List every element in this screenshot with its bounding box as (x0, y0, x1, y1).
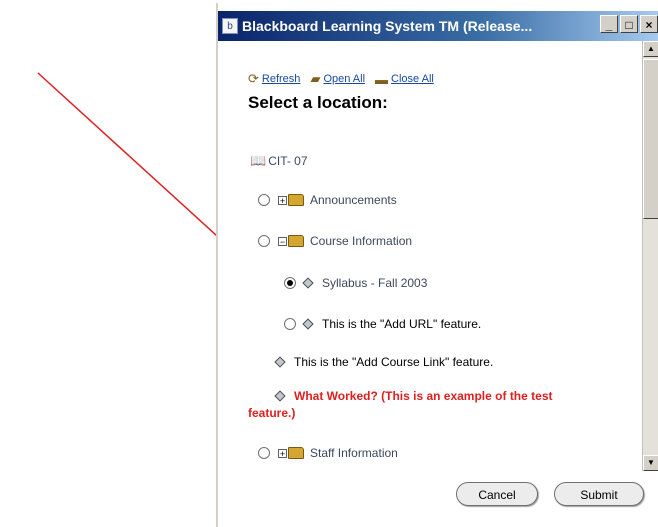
test-feature-label: What Worked? (This is an example of the … (294, 389, 553, 403)
collapse-icon[interactable]: − (278, 236, 287, 246)
page-heading: Select a location: (248, 93, 388, 112)
tree-item-add-url: This is the "Add URL" feature. (284, 317, 481, 331)
tree-item-add-course-link: This is the "Add Course Link" feature. (274, 355, 494, 369)
add-url-label: This is the "Add URL" feature. (322, 317, 482, 331)
scroll-down-icon[interactable]: ▼ (643, 455, 658, 471)
refresh-link[interactable]: Refresh (262, 73, 301, 85)
syllabus-radio[interactable] (284, 277, 296, 289)
title-bar: b Blackboard Learning System TM (Release… (218, 11, 658, 41)
item-icon (274, 390, 286, 402)
open-folder-icon (288, 235, 304, 247)
maximize-button[interactable]: □ (620, 15, 638, 33)
dialog-footer: Cancel Submit (218, 471, 658, 527)
close-all-link[interactable]: Close All (391, 73, 434, 85)
content-area: ⟳ Refresh ▰ Open All ▬ Close All Select … (218, 41, 638, 471)
vertical-scrollbar[interactable]: ▲ ▼ (642, 41, 658, 471)
staff-information-radio[interactable] (258, 447, 270, 459)
tree-item-staff-information: + Staff Information (258, 446, 398, 460)
book-icon: 📖 (250, 153, 267, 168)
add-course-link-label: This is the "Add Course Link" feature. (294, 355, 494, 369)
window-controls: _ □ × (598, 15, 658, 33)
open-folder-icon: ▰ (310, 71, 321, 86)
syllabus-label: Syllabus - Fall 2003 (322, 276, 428, 290)
tree-item-syllabus: Syllabus - Fall 2003 (284, 276, 427, 290)
tree-item-course-information: − Course Information (258, 234, 412, 248)
item-icon (302, 318, 314, 330)
cancel-button[interactable]: Cancel (456, 482, 538, 506)
item-icon (274, 356, 286, 368)
tree-toolbar: ⟳ Refresh ▰ Open All ▬ Close All (248, 71, 444, 87)
refresh-icon: ⟳ (248, 71, 259, 86)
submit-button[interactable]: Submit (554, 482, 644, 506)
test-feature-label-cont: feature.) (248, 406, 296, 420)
tree-item-announcements: + Announcements (258, 193, 397, 207)
app-icon: b (222, 18, 238, 34)
expand-icon[interactable]: + (278, 195, 287, 205)
announcements-label: Announcements (310, 193, 397, 207)
tree-root: 📖 CIT- 07 (250, 153, 308, 169)
staff-information-label: Staff Information (310, 446, 398, 460)
add-url-radio[interactable] (284, 318, 296, 330)
closed-folder-icon: ▬ (375, 71, 389, 87)
minimize-button[interactable]: _ (600, 15, 618, 33)
announcements-radio[interactable] (258, 194, 270, 206)
tree-root-label: CIT- 07 (268, 154, 308, 168)
course-information-label: Course Information (310, 234, 413, 248)
folder-icon (288, 447, 304, 459)
popup-window: b Blackboard Learning System TM (Release… (216, 3, 658, 527)
scroll-thumb[interactable] (643, 59, 658, 219)
open-all-link[interactable]: Open All (323, 73, 365, 85)
expand-icon[interactable]: + (278, 448, 287, 458)
close-button[interactable]: × (640, 15, 658, 33)
tree-item-test-feature: What Worked? (This is an example of the … (274, 389, 553, 403)
item-icon (302, 277, 314, 289)
window-title: Blackboard Learning System TM (Release..… (242, 18, 533, 34)
tree-item-test-feature-cont: feature.) (248, 406, 295, 420)
folder-icon (288, 194, 304, 206)
scroll-up-icon[interactable]: ▲ (643, 41, 658, 57)
course-information-radio[interactable] (258, 235, 270, 247)
